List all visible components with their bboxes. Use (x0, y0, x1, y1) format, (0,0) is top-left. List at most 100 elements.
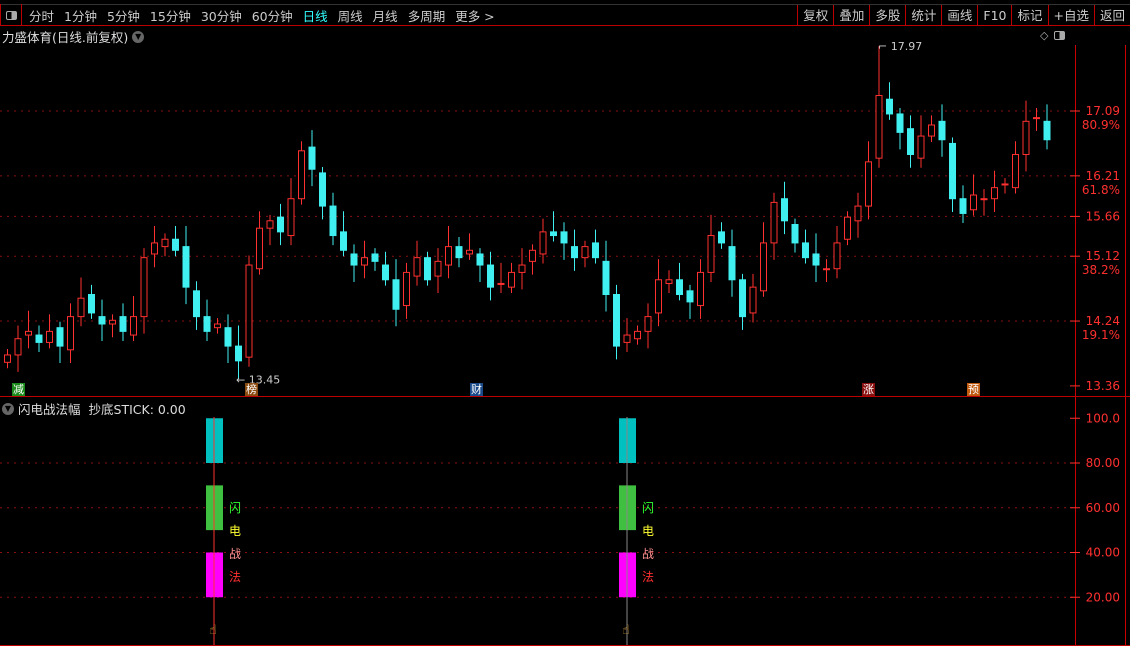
candle-body (907, 128, 914, 155)
candle-body (655, 279, 662, 314)
candle-body (403, 271, 410, 307)
candle-body (550, 231, 557, 237)
event-badge[interactable]: 财 (470, 383, 483, 396)
candle-body (497, 282, 505, 285)
candle-body (1012, 153, 1019, 189)
candle-body (119, 316, 127, 332)
candle-body (35, 334, 43, 343)
candle-body (728, 246, 736, 281)
candle-body (560, 231, 568, 244)
candle-body (539, 231, 547, 255)
candle-body (875, 95, 883, 159)
candle-body (140, 257, 148, 318)
signal-char: 电 (642, 524, 654, 538)
event-badge[interactable]: 榜 (245, 383, 258, 396)
candle-body (434, 260, 442, 277)
candle-body (770, 201, 778, 244)
event-badge[interactable]: 预 (967, 383, 980, 396)
candle-body (256, 227, 263, 270)
event-badge[interactable]: 涨 (862, 383, 875, 396)
candle-body (697, 271, 704, 307)
candle-body (980, 198, 988, 201)
price-label: 13.36 (1086, 379, 1120, 393)
fib-pct-label: 61.8% (1082, 183, 1120, 197)
candle-body (193, 290, 200, 318)
candle-body (844, 216, 851, 240)
candle-body (665, 279, 673, 284)
indicator-title: ▼ 闪电战法幅 抄底STICK: 0.00 (2, 399, 186, 418)
candle-body (581, 246, 589, 259)
candle-body (67, 316, 74, 351)
hand-pointer-icon: ☝ (622, 623, 630, 638)
signal-char: 电 (229, 524, 241, 538)
candle-body (151, 242, 158, 255)
candle-body (896, 113, 904, 133)
price-label: 15.66 (1086, 209, 1120, 223)
candle-body (739, 279, 746, 318)
price-label: 14.24 (1086, 314, 1120, 328)
candle-body (487, 264, 494, 288)
candle-body (424, 257, 431, 281)
candle-body (46, 330, 53, 343)
candle-body (392, 279, 400, 310)
candle-body (235, 345, 242, 362)
fib-pct-label: 19.1% (1082, 328, 1120, 342)
candle-body (4, 354, 11, 363)
candle-body (802, 242, 809, 259)
candle-body (350, 253, 358, 266)
price-label: 17.09 (1086, 104, 1120, 118)
signal-char: 战 (642, 547, 654, 561)
candle-body (98, 316, 106, 325)
candle-body (329, 205, 337, 237)
candle-body (1043, 120, 1051, 141)
candle-body (245, 264, 253, 358)
candle-body (970, 194, 977, 211)
candle-body (854, 205, 862, 222)
signal-char: 战 (229, 547, 241, 561)
candle-body (928, 124, 935, 137)
candle-body (203, 316, 211, 332)
candle-body (634, 330, 641, 340)
candle-body (508, 271, 515, 288)
indicator-axis-label: 80.00 (1086, 456, 1120, 470)
candle-body (949, 142, 956, 200)
candle-body (14, 338, 22, 356)
candle-body (592, 242, 599, 259)
low-price-label: ← 13.45 (236, 373, 280, 386)
signal-char: 法 (229, 570, 241, 584)
candle-body (571, 246, 578, 259)
indicator-axis-label: 60.00 (1086, 501, 1120, 515)
candle-body (277, 216, 284, 233)
candle-body (109, 319, 116, 325)
candle-body (466, 249, 473, 255)
candle-body (686, 290, 694, 303)
candle-body (319, 172, 326, 207)
candle-body (938, 120, 946, 141)
candle-body (1033, 117, 1040, 120)
candle-body (77, 297, 85, 318)
candle-body (760, 242, 767, 292)
fib-pct-label: 38.2% (1082, 263, 1120, 277)
indicator-axis-label: 40.00 (1086, 546, 1120, 560)
event-badge[interactable]: 减 (12, 383, 25, 396)
signal-char: 法 (642, 570, 654, 584)
candle-body (130, 316, 137, 336)
candle-body (613, 294, 620, 347)
signal-char: 闪 (642, 501, 654, 515)
high-price-label: ⌐ 17.97 (878, 40, 922, 53)
candle-body (214, 323, 221, 329)
kline-chart[interactable]: 17.0980.9% 16.2161.8% 15.66 15.1238.2% 14.24… (0, 0, 1130, 646)
hand-pointer-icon: ☝ (209, 623, 217, 638)
candle-body (518, 264, 526, 273)
candle-body (917, 135, 925, 159)
candle-body (676, 279, 683, 296)
candle-body (991, 187, 998, 200)
candle-body (161, 238, 169, 248)
candle-body (361, 257, 368, 266)
candle-body (959, 198, 967, 214)
candle-body (298, 150, 305, 200)
candle-body (791, 223, 799, 244)
chevron-down-icon[interactable]: ▼ (2, 402, 14, 415)
candle-body (602, 260, 610, 296)
candle-body (1022, 120, 1030, 155)
